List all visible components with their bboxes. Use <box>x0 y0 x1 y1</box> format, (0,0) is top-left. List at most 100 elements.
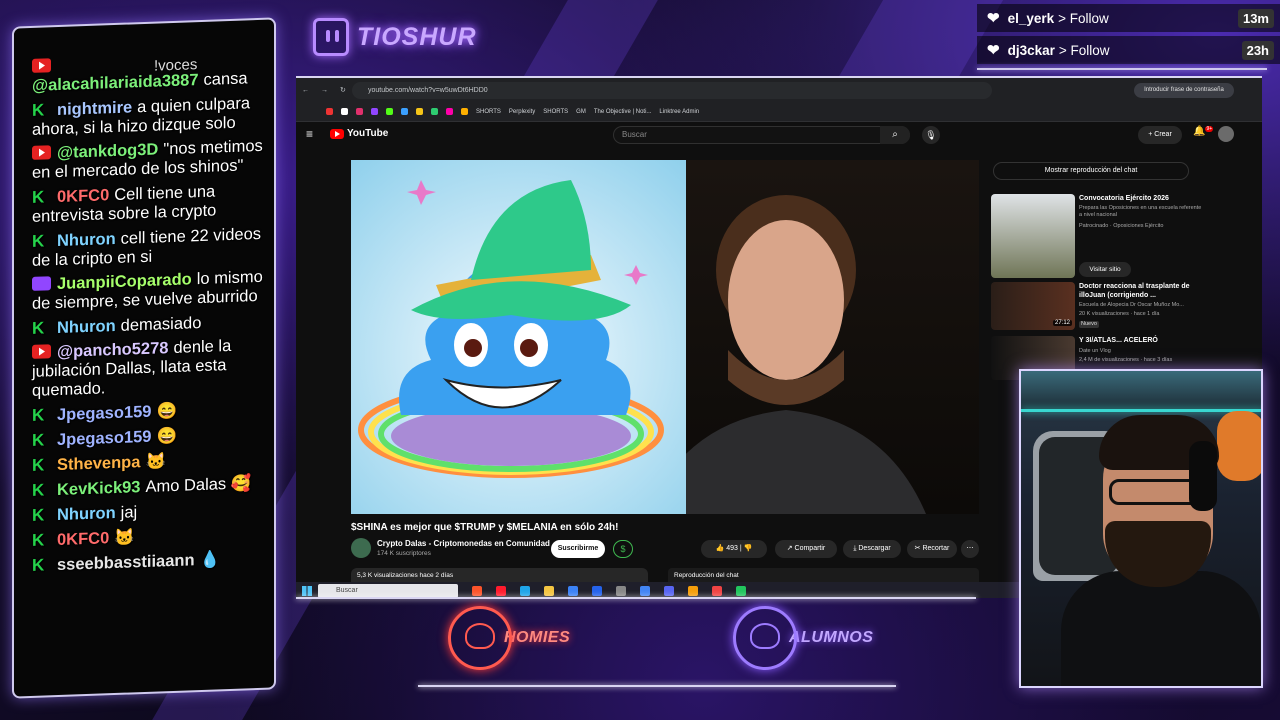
kick-icon: K <box>32 455 45 475</box>
webcam-shelf <box>1021 371 1261 411</box>
bookmark-icon[interactable] <box>326 108 333 115</box>
chat-message: JuanpiiCoparado lo mismo de siempre, se v… <box>32 268 264 314</box>
bell-icon[interactable]: 🔔9+ <box>1193 126 1214 137</box>
kick-icon: K <box>32 530 45 550</box>
chat-text: jaj <box>120 503 138 522</box>
store-icon[interactable] <box>568 586 578 596</box>
search-input[interactable]: Buscar <box>613 126 910 144</box>
download-button[interactable]: ⤓ Descargar <box>843 540 901 558</box>
chat-username: 0KFC0 <box>57 529 110 550</box>
channel-subscribers: 174 K suscriptores <box>377 550 431 557</box>
bookmark-icon[interactable] <box>356 108 363 115</box>
reload-icon[interactable]: ↻ <box>340 86 346 94</box>
kick-icon: K <box>32 100 45 120</box>
like-button[interactable]: 👍 493 | 👎 <box>701 540 767 558</box>
bookmark-gm[interactable]: GM <box>576 109 586 115</box>
mask-icon <box>733 606 797 670</box>
bookmark-shorts[interactable]: SHORTS <box>476 109 501 115</box>
streamer-name: TIOSHUR <box>357 22 477 51</box>
recommendation-subtitle: Date un Vlog <box>1079 348 1111 354</box>
follow-time: 13m <box>1237 8 1274 28</box>
video-player[interactable] <box>351 160 979 514</box>
channel-name[interactable]: Crypto Dalas - Criptomonedas en Comunida… <box>377 539 550 548</box>
clip-button[interactable]: ✂ Recortar <box>907 540 957 558</box>
bookmark-icon[interactable] <box>431 108 438 115</box>
forward-icon[interactable]: → <box>321 87 328 94</box>
taskbar-search[interactable]: Buscar <box>318 584 458 598</box>
streamer-logo: TIOSHUR <box>313 17 477 57</box>
bookmark-icon[interactable] <box>401 108 408 115</box>
bookmark-icon[interactable] <box>386 108 393 115</box>
avatar[interactable] <box>1218 126 1234 142</box>
chat-username: @tankdog3D <box>57 140 159 163</box>
recommendation-meta: 2,4 M de visualizaciones · hace 3 días <box>1079 357 1173 363</box>
video-title: $SHINA es mejor que $TRUMP y $MELANIA en… <box>351 522 619 533</box>
recommendation-title[interactable]: Y 3I/ATLAS... ACELERÓ <box>1079 336 1199 345</box>
bookmark-icon[interactable] <box>416 108 423 115</box>
chat-text: Amo Dalas 🥰 <box>145 474 252 496</box>
homies-label: HOMIES <box>504 629 571 646</box>
app-icon[interactable] <box>736 586 746 596</box>
follow-action: > Follow <box>1058 10 1109 26</box>
chat-message: K KevKick93 Amo Dalas 🥰 <box>32 473 264 501</box>
bookmark-icon[interactable] <box>446 108 453 115</box>
visit-site-button[interactable]: Visitar sitio <box>1079 262 1131 277</box>
dollar-icon[interactable]: $ <box>613 540 633 558</box>
menu-icon[interactable]: ≡ <box>306 127 313 141</box>
bookmark-the-objective[interactable]: The Objective | Noti... <box>594 109 652 115</box>
recommendation-title[interactable]: Doctor reacciona al trasplante de illoJu… <box>1079 282 1199 300</box>
windows-start-icon[interactable] <box>302 586 312 596</box>
back-icon[interactable]: ← <box>302 87 309 94</box>
obs-icon[interactable] <box>616 586 626 596</box>
chat-username: 0KFC0 <box>57 186 110 207</box>
address-bar[interactable]: youtube.com/watch?v=w5uwDt6HDD0 <box>352 82 992 99</box>
mic-icon[interactable]: 🎙 <box>922 126 940 144</box>
recommendation-meta: Patrocinado · Oposiciones Ejército <box>1079 223 1164 229</box>
heart-icon: ❤ <box>987 10 1000 27</box>
bookmarks-bar: SHORTS Perplexity SHORTS GM The Objectiv… <box>296 102 1262 122</box>
folder-icon[interactable] <box>544 586 554 596</box>
bookmark-icon[interactable] <box>461 108 468 115</box>
recommendation-ad[interactable]: Convocatoria Ejército 2026 Prepara las O… <box>991 194 1241 282</box>
webcam-feed <box>1019 369 1263 688</box>
bookmark-icon[interactable] <box>371 108 378 115</box>
video-presenter <box>646 160 979 514</box>
youtube-logo[interactable]: YouTube <box>330 128 388 139</box>
edge-icon[interactable] <box>520 586 530 596</box>
pokeball-icon[interactable] <box>712 586 722 596</box>
homies-logo: HOMIES <box>448 606 570 670</box>
opera-icon[interactable] <box>496 586 506 596</box>
kick-icon: K <box>32 480 45 500</box>
search-icon[interactable]: ⌕ <box>880 126 910 144</box>
chrome-icon[interactable] <box>640 586 650 596</box>
bookmark-perplexity[interactable]: Perplexity <box>509 109 535 115</box>
more-icon[interactable]: ⋯ <box>961 540 979 558</box>
brave-icon[interactable] <box>472 586 482 596</box>
channel-avatar[interactable] <box>351 538 371 558</box>
video-thumbnail-art <box>351 160 686 514</box>
recommendation-title[interactable]: Convocatoria Ejército 2026 <box>1079 194 1199 203</box>
follow-user: dj3ckar <box>1007 42 1055 58</box>
mask-icon <box>448 606 512 670</box>
bookmark-linktree[interactable]: Linktree Admin <box>659 109 699 115</box>
subscribe-button[interactable]: Suscribirme <box>551 540 605 558</box>
create-button[interactable]: + Crear <box>1138 126 1182 144</box>
app-icon[interactable] <box>688 586 698 596</box>
bookmark-icon[interactable] <box>341 108 348 115</box>
discord-icon[interactable] <box>664 586 674 596</box>
alumnos-logo: ALUMNOS <box>733 606 873 670</box>
show-chat-replay-button[interactable]: Mostrar reproducción del chat <box>993 162 1189 180</box>
chat-text: demasiado <box>120 313 202 335</box>
channel-row: Crypto Dalas - Criptomonedas en Comunida… <box>351 538 979 562</box>
recommendation-thumbnail[interactable] <box>991 194 1075 278</box>
password-prompt[interactable]: Introducir frase de contraseña <box>1134 83 1234 98</box>
alumnos-label: ALUMNOS <box>789 629 874 646</box>
bookmark-shorts-2[interactable]: SHORTS <box>543 109 568 115</box>
share-button[interactable]: ↗ Compartir <box>775 540 837 558</box>
follow-user: el_yerk <box>1007 10 1055 26</box>
mail-icon[interactable] <box>592 586 602 596</box>
recommendation-video[interactable]: 27:12 Doctor reacciona al trasplante de … <box>991 282 1241 332</box>
chat-text: 😄 <box>156 401 178 421</box>
chat-username: Nhuron <box>57 503 116 525</box>
chat-message: K 0KFC0 Cell tiene una entrevista sobre la… <box>32 180 264 227</box>
